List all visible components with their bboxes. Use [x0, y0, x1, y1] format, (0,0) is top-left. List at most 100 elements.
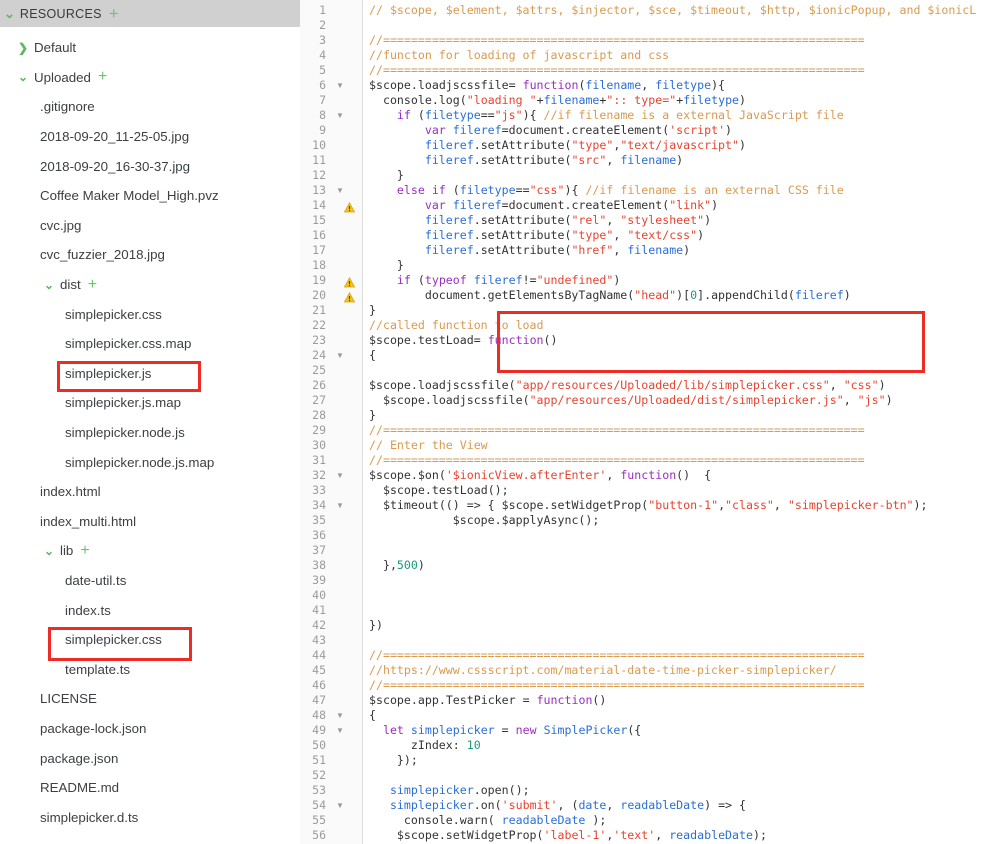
- warning-icon[interactable]: [344, 275, 355, 286]
- line-number: 30: [300, 438, 326, 453]
- line-number: 5: [300, 63, 326, 78]
- tree-item-simplepicker-js[interactable]: simplepicker.js: [0, 359, 300, 389]
- tree-item-label: cvc_fuzzier_2018.jpg: [40, 247, 165, 262]
- code-line: //======================================…: [363, 33, 999, 48]
- code-line: },500): [363, 558, 999, 573]
- fold-toggle-icon[interactable]: ▼: [336, 498, 344, 513]
- tree-item-label: index_multi.html: [40, 514, 136, 529]
- warning-icon[interactable]: [344, 200, 355, 211]
- code-line: $scope.$on('$ionicView.afterEnter', func…: [363, 468, 999, 483]
- code-line: fileref.setAttribute("src", filename): [363, 153, 999, 168]
- code-line: $scope.setWidgetProp('label-1','text', r…: [363, 828, 999, 843]
- fold-toggle-icon[interactable]: ▼: [336, 183, 344, 198]
- tree-item-template-ts[interactable]: template.ts: [0, 654, 300, 684]
- tree-item-default[interactable]: ❯Default: [0, 33, 300, 63]
- chevron-right-icon[interactable]: ❯: [18, 42, 28, 54]
- line-number: 7: [300, 93, 326, 108]
- tree-item-dist[interactable]: ⌄ dist +: [0, 270, 300, 300]
- code-line: else if (filetype=="css"){ //if filename…: [363, 183, 999, 198]
- line-number: 39: [300, 573, 326, 588]
- code-line: var fileref=document.createElement("link…: [363, 198, 999, 213]
- line-number: 41: [300, 603, 326, 618]
- code-line: // $scope, $element, $attrs, $injector, …: [363, 3, 999, 18]
- chevron-down-icon[interactable]: ⌄: [44, 279, 54, 291]
- add-item-icon[interactable]: +: [88, 277, 97, 293]
- tree-item-simplepicker-d-ts[interactable]: simplepicker.d.ts: [0, 802, 300, 832]
- code-line: }: [363, 408, 999, 423]
- tree-item-license[interactable]: LICENSE: [0, 684, 300, 714]
- code-line: //called function to load: [363, 318, 999, 333]
- resources-header[interactable]: ⌄ RESOURCES +: [0, 0, 300, 27]
- code-line: [363, 528, 999, 543]
- tree-item-package-lock-json[interactable]: package-lock.json: [0, 714, 300, 744]
- tree-item-2018-09-20-16-30-37-jpg[interactable]: 2018-09-20_16-30-37.jpg: [0, 151, 300, 181]
- add-resource-icon[interactable]: +: [109, 5, 119, 22]
- line-number: 37: [300, 543, 326, 558]
- code-line: // Enter the View: [363, 438, 999, 453]
- chevron-down-icon[interactable]: ⌄: [44, 545, 54, 557]
- code-line: $scope.loadjscssfile= function(filename,…: [363, 78, 999, 93]
- code-line: //======================================…: [363, 678, 999, 693]
- code-line: }: [363, 168, 999, 183]
- tree-item-simplepicker-css[interactable]: simplepicker.css: [0, 625, 300, 655]
- code-line: console.log("loading "+filename+":: type…: [363, 93, 999, 108]
- tree-item-index-html[interactable]: index.html: [0, 477, 300, 507]
- line-number: 46: [300, 678, 326, 693]
- tree-item-simplepicker-js-map[interactable]: simplepicker.js.map: [0, 388, 300, 418]
- tree-item-label: package-lock.json: [40, 721, 146, 736]
- line-number: 50: [300, 738, 326, 753]
- code-line: simplepicker.open();: [363, 783, 999, 798]
- tree-item-uploaded[interactable]: ⌄Uploaded+: [0, 63, 300, 93]
- fold-toggle-icon[interactable]: ▼: [336, 723, 344, 738]
- line-number: 53: [300, 783, 326, 798]
- chevron-down-icon[interactable]: ⌄: [18, 71, 28, 83]
- tree-item-date-util-ts[interactable]: date-util.ts: [0, 566, 300, 596]
- tree-item-2018-09-20-11-25-05-jpg[interactable]: 2018-09-20_11-25-05.jpg: [0, 122, 300, 152]
- tree-item-label: simplepicker.css: [65, 307, 162, 322]
- line-number: 47: [300, 693, 326, 708]
- tree-item-package-json[interactable]: package.json: [0, 743, 300, 773]
- tree-item-label: simplepicker.node.js: [65, 425, 185, 440]
- fold-toggle-icon[interactable]: ▼: [336, 468, 344, 483]
- line-number: 44: [300, 648, 326, 663]
- code-line: [363, 768, 999, 783]
- line-number: 3: [300, 33, 326, 48]
- tree-item-simplepicker-node-js[interactable]: simplepicker.node.js: [0, 418, 300, 448]
- tree-item-readme-md[interactable]: README.md: [0, 773, 300, 803]
- tree-item-cvc-jpg[interactable]: cvc.jpg: [0, 211, 300, 241]
- code-line: fileref.setAttribute("type","text/javasc…: [363, 138, 999, 153]
- tree-item-label: dist: [60, 277, 81, 292]
- tree-item-gitignore[interactable]: .gitignore: [0, 92, 300, 122]
- line-number: 54: [300, 798, 326, 813]
- code-editor[interactable]: 123456▼78▼910111213▼14151617181920212223…: [300, 0, 999, 844]
- line-number: 34: [300, 498, 326, 513]
- fold-toggle-icon[interactable]: ▼: [336, 78, 344, 93]
- warning-icon[interactable]: [344, 290, 355, 301]
- line-number: 38: [300, 558, 326, 573]
- tree-item-label: README.md: [40, 780, 119, 795]
- chevron-down-icon[interactable]: ⌄: [4, 7, 15, 20]
- add-item-icon[interactable]: +: [98, 69, 107, 85]
- add-item-icon[interactable]: +: [80, 543, 89, 559]
- tree-item-simplepicker-css-map[interactable]: simplepicker.css.map: [0, 329, 300, 359]
- tree-item-simplepicker-node-js-map[interactable]: simplepicker.node.js.map: [0, 447, 300, 477]
- fold-toggle-icon[interactable]: ▼: [336, 798, 344, 813]
- code-line: //functon for loading of javascript and …: [363, 48, 999, 63]
- tree-item-label: LICENSE: [40, 691, 97, 706]
- fold-toggle-icon[interactable]: ▼: [336, 348, 344, 363]
- line-number: 35: [300, 513, 326, 528]
- tree-item-lib[interactable]: ⌄lib+: [0, 536, 300, 566]
- fold-toggle-icon[interactable]: ▼: [336, 708, 344, 723]
- tree-item-index-ts[interactable]: index.ts: [0, 595, 300, 625]
- tree-item-index-multi-html[interactable]: index_multi.html: [0, 507, 300, 537]
- fold-toggle-icon[interactable]: ▼: [336, 108, 344, 123]
- code-line: [363, 543, 999, 558]
- code-line: [363, 588, 999, 603]
- tree-item-simplepicker-css[interactable]: simplepicker.css: [0, 299, 300, 329]
- tree-item-cvc-fuzzier-2018-jpg[interactable]: cvc_fuzzier_2018.jpg: [0, 240, 300, 270]
- line-number: 17: [300, 243, 326, 258]
- code-line: document.getElementsByTagName("head")[0]…: [363, 288, 999, 303]
- code-content[interactable]: // $scope, $element, $attrs, $injector, …: [363, 0, 999, 844]
- tree-item-coffee-maker-model-high-pvz[interactable]: Coffee Maker Model_High.pvz: [0, 181, 300, 211]
- line-number: 21: [300, 303, 326, 318]
